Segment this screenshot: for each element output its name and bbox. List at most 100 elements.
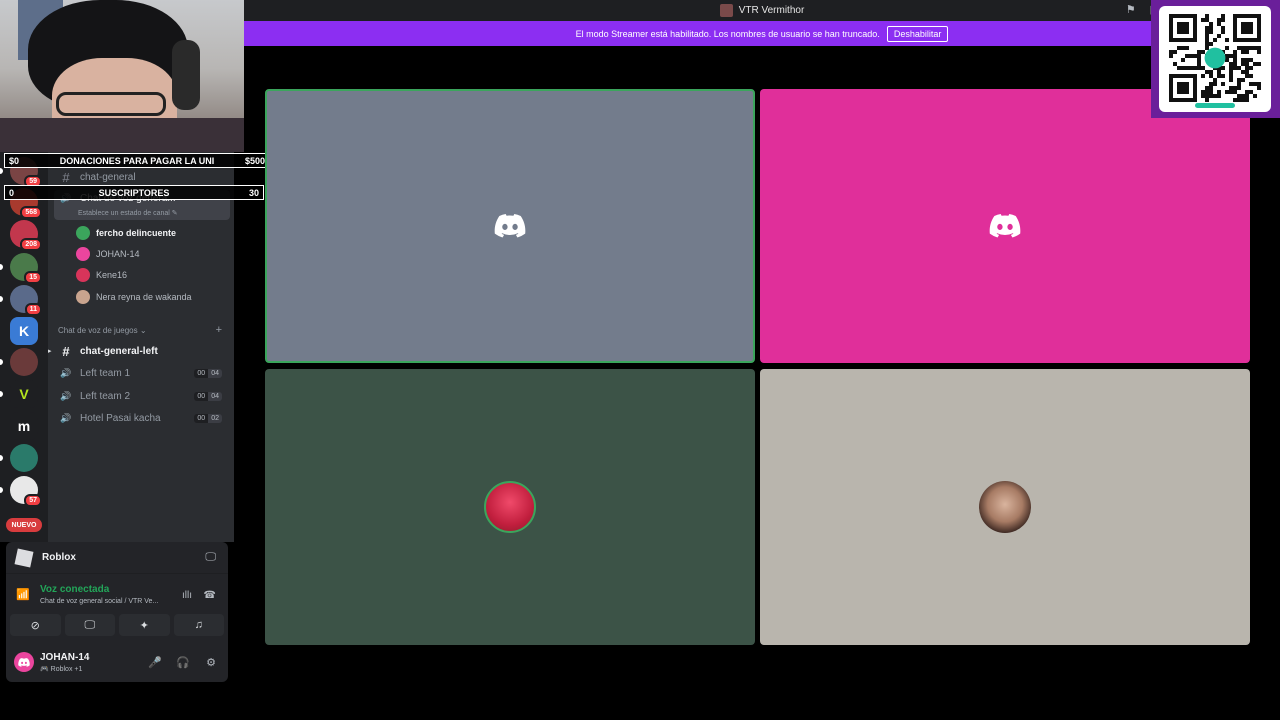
noise-suppression-icon[interactable]: ıllı bbox=[182, 590, 192, 601]
avatar bbox=[76, 290, 90, 304]
qr-pattern bbox=[1169, 14, 1261, 102]
video-tile-beige[interactable] bbox=[760, 369, 1250, 645]
headset-icon[interactable]: 🎧 bbox=[176, 656, 190, 669]
server-icon[interactable]: m bbox=[10, 412, 38, 440]
voice-user-name: Kene16 bbox=[96, 270, 128, 280]
video-tile-pink[interactable] bbox=[760, 89, 1250, 363]
user-count: 00 bbox=[194, 391, 209, 401]
user-limit-badge: 00 04 bbox=[194, 368, 222, 378]
mic-icon[interactable]: 🎤 bbox=[148, 656, 162, 669]
activities-button[interactable]: ✦ bbox=[119, 614, 170, 636]
donation-goal: $500 bbox=[244, 155, 265, 166]
streamer-mode-banner: El modo Streamer está habilitado. Los no… bbox=[244, 21, 1280, 46]
webcam-shirt bbox=[0, 118, 244, 152]
video-tile-gray[interactable] bbox=[265, 89, 755, 363]
chevron-icon: ▸ bbox=[48, 348, 52, 355]
voice-user-name: Nera reyna de wakanda bbox=[96, 292, 192, 302]
user-activity: 🎮 Roblox +1 bbox=[40, 666, 83, 673]
participant-avatar bbox=[484, 481, 536, 533]
discord-icon bbox=[18, 657, 30, 667]
screen-share-icon[interactable]: 🖵 bbox=[205, 551, 216, 564]
participant-avatar bbox=[979, 481, 1031, 533]
avatar bbox=[76, 268, 90, 282]
unread-indicator bbox=[0, 296, 3, 302]
channel-chat-general[interactable]: # chat-general bbox=[54, 167, 230, 187]
mention-badge: 57 bbox=[24, 494, 42, 507]
server-icon[interactable]: 11 bbox=[10, 285, 42, 316]
mention-badge: 15 bbox=[24, 271, 42, 284]
server-icon[interactable]: 208 bbox=[10, 220, 42, 251]
mention-badge: 11 bbox=[24, 303, 42, 316]
voice-connection: 📶 Voz conectada Chat de voz general soci… bbox=[6, 580, 228, 610]
qr-label-strip bbox=[1195, 103, 1235, 108]
unread-indicator bbox=[0, 391, 3, 397]
user-limit: 04 bbox=[208, 368, 222, 378]
server-initial: m bbox=[17, 418, 31, 434]
screen-share-button[interactable]: 🖵 bbox=[64, 614, 115, 636]
category-voice-games[interactable]: Chat de voz de juegos ⌄ bbox=[58, 326, 147, 335]
server-icon[interactable]: 15 bbox=[10, 253, 42, 284]
streamer-webcam bbox=[0, 0, 244, 152]
unread-indicator bbox=[0, 359, 3, 365]
server-initial: K bbox=[18, 323, 30, 339]
activity-panel[interactable]: Roblox 🖵 bbox=[6, 542, 228, 574]
soundboard-button[interactable]: ♫ bbox=[173, 614, 224, 636]
gear-icon[interactable]: ⚙ bbox=[206, 656, 216, 669]
user-limit-badge: 00 02 bbox=[194, 413, 222, 423]
channel-hotel-pasai-kacha[interactable]: 🔊 Hotel Pasai kacha 00 02 bbox=[54, 408, 230, 428]
screen: VTR Vermithor ⚑ ▣ El modo Streamer está … bbox=[0, 0, 1280, 720]
subs-label: SUSCRIPTORES bbox=[98, 187, 170, 198]
voice-user-name: fercho delincuente bbox=[96, 228, 177, 238]
server-icon[interactable] bbox=[10, 348, 38, 376]
qr-code bbox=[1159, 6, 1271, 112]
hash-icon: # bbox=[62, 169, 70, 185]
discord-icon bbox=[989, 214, 1021, 238]
channel-label: chat-general bbox=[80, 171, 136, 183]
video-tile-dark[interactable] bbox=[265, 369, 755, 645]
user-name[interactable]: JOHAN-14 bbox=[40, 652, 89, 663]
server-icon[interactable]: V bbox=[10, 380, 38, 408]
hash-icon: # bbox=[62, 343, 70, 359]
disable-streamer-mode-button[interactable]: Deshabilitar bbox=[886, 25, 949, 42]
channel-chat-general-left[interactable]: # chat-general-left bbox=[54, 341, 230, 361]
voice-channel-path[interactable]: Chat de voz general social / VTR Ve... bbox=[40, 598, 158, 605]
voice-user[interactable]: Nera reyna de wakanda bbox=[76, 288, 192, 306]
donation-qr-overlay bbox=[1151, 0, 1280, 118]
user-limit-badge: 00 04 bbox=[194, 391, 222, 401]
server-icon bbox=[719, 4, 733, 17]
server-initial: V bbox=[19, 386, 29, 402]
avatar bbox=[76, 247, 90, 261]
voice-user-name: JOHAN-14 bbox=[96, 249, 140, 259]
voice-user[interactable]: fercho delincuente bbox=[76, 224, 176, 242]
unread-indicator bbox=[0, 264, 3, 270]
activity-name: Roblox bbox=[42, 552, 76, 563]
user-limit: 04 bbox=[208, 391, 222, 401]
voice-user[interactable]: Kene16 bbox=[76, 266, 127, 284]
unread-indicator bbox=[0, 168, 3, 174]
server-icon[interactable]: K bbox=[10, 317, 38, 345]
avatar bbox=[76, 226, 90, 240]
user-account: JOHAN-14 🎮 Roblox +1 🎤 🎧 ⚙ bbox=[6, 646, 228, 682]
discord-icon bbox=[494, 214, 526, 238]
camera-off-button[interactable]: ⊘ bbox=[10, 614, 61, 636]
channel-left-team-2[interactable]: 🔊 Left team 2 00 04 bbox=[54, 386, 230, 406]
donation-goal-bar: $0 DONACIONES PARA PAGAR LA UNI $500 bbox=[4, 153, 270, 168]
channel-label: Left team 2 bbox=[80, 390, 131, 402]
channel-list: # chat-general 🔊 Chat de voz genera... E… bbox=[48, 152, 234, 542]
server-icon[interactable] bbox=[10, 444, 38, 472]
add-channel-icon[interactable]: + bbox=[216, 324, 222, 336]
voice-user[interactable]: JOHAN-14 bbox=[76, 245, 140, 263]
subs-goal: 30 bbox=[248, 187, 259, 198]
voice-status[interactable]: Voz conectada bbox=[40, 584, 109, 595]
voice-controls: ⊘ 🖵 ✦ ♫ bbox=[10, 614, 224, 636]
server-icon[interactable]: 57 bbox=[10, 476, 42, 507]
channel-left-team-1[interactable]: 🔊 Left team 1 00 04 bbox=[54, 363, 230, 383]
user-avatar[interactable] bbox=[14, 652, 34, 672]
signal-icon[interactable]: 📶 bbox=[16, 588, 30, 601]
flag-icon[interactable]: ⚑ bbox=[1126, 4, 1136, 16]
new-servers-badge[interactable]: NUEVO bbox=[6, 518, 42, 532]
streamer-mode-message: El modo Streamer está habilitado. Los no… bbox=[575, 28, 880, 39]
unread-indicator bbox=[0, 455, 3, 461]
channel-status-hint[interactable]: Establece un estado de canal ✎ bbox=[78, 209, 178, 217]
disconnect-icon[interactable]: ☎ bbox=[204, 590, 216, 601]
